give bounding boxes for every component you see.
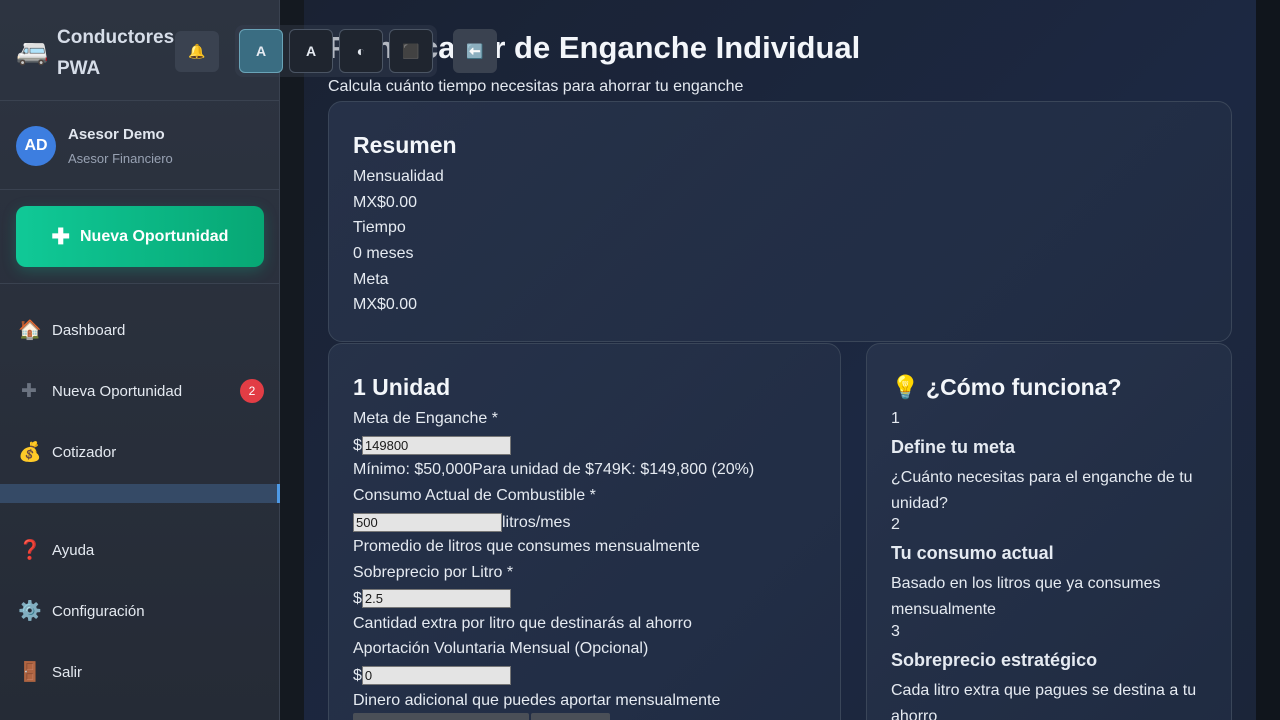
avatar: AD — [16, 126, 56, 166]
question-icon: ❓ — [18, 540, 42, 561]
user-role: Asesor Financiero — [68, 151, 173, 166]
contrast-button[interactable]: ◐ — [339, 29, 383, 73]
step-title: Tu consumo actual — [891, 543, 1054, 563]
font-a-label: A — [305, 43, 317, 59]
step-title: Sobreprecio estratégico — [891, 650, 1098, 670]
step-desc: Cada litro extra que pagues se destina a… — [891, 682, 1197, 720]
notification-badge: 2 — [240, 379, 264, 403]
calculate-button[interactable] — [353, 713, 529, 720]
theme-toggle-button[interactable]: ⬛ — [389, 29, 433, 73]
step-number: 3 — [891, 623, 900, 640]
consumo-hint: Promedio de litros que consumes mensualm… — [353, 538, 700, 555]
user-name: Asesor Demo — [68, 126, 165, 143]
brand-title: Conductores PWA — [57, 27, 175, 79]
step-number: 2 — [891, 516, 900, 533]
form-title: 1 Unidad — [353, 374, 451, 400]
consumo-label: Consumo Actual de Combustible * — [353, 487, 596, 504]
summary-title: Resumen — [353, 132, 457, 158]
sidebar-item-active[interactable] — [0, 484, 280, 503]
currency-prefix: $ — [353, 589, 362, 607]
aportacion-field: $ — [353, 666, 511, 685]
aportacion-label: Aportación Voluntaria Mensual (Opcional) — [353, 640, 649, 657]
page-subtitle: Calcula cuánto tiempo necesitas para aho… — [328, 78, 744, 95]
sidebar-item-dashboard[interactable]: 🏠 Dashboard — [0, 310, 280, 350]
divider — [0, 283, 280, 284]
sobreprecio-hint: Cantidad extra por litro que destinarás … — [353, 615, 692, 632]
meta-enganche-hint: Mínimo: $50,000Para unidad de $749K: $14… — [353, 461, 755, 478]
meta-enganche-field: $ — [353, 436, 511, 455]
aportacion-input[interactable] — [361, 666, 511, 685]
consumo-field: litros/mes — [353, 513, 570, 532]
step-desc: ¿Cuánto necesitas para el enganche de tu… — [891, 469, 1193, 512]
reset-button[interactable] — [531, 713, 610, 720]
meta-enganche-label: Meta de Enganche * — [353, 410, 498, 427]
house-icon: 🏠 — [18, 320, 42, 341]
sidebar: 🚐 Conductores PWA AD Asesor Demo Asesor … — [0, 0, 280, 720]
sobreprecio-field: $ — [353, 589, 511, 608]
meta-value: MX$0.00 — [353, 296, 418, 313]
sidebar-item-label: Salir — [52, 663, 83, 681]
unit-suffix: litros/mes — [502, 513, 571, 531]
bell-icon: 🔔 — [188, 43, 206, 59]
currency-prefix: $ — [353, 436, 362, 454]
sidebar-item-ayuda[interactable]: ❓ Ayuda — [0, 530, 280, 570]
sidebar-item-salir[interactable]: 🚪 Salir — [0, 652, 280, 692]
consumo-input[interactable] — [353, 513, 502, 532]
sobreprecio-label: Sobreprecio por Litro * — [353, 564, 514, 581]
sobreprecio-input[interactable] — [361, 589, 511, 608]
step-number: 1 — [891, 410, 900, 427]
currency-prefix: $ — [353, 666, 362, 684]
new-opportunity-label: Nueva Oportunidad — [79, 227, 229, 245]
how-title: 💡 ¿Cómo funciona? — [891, 374, 1122, 400]
how-it-works-card: 💡 ¿Cómo funciona? 1 Define tu meta ¿Cuán… — [866, 343, 1232, 720]
contrast-icon: ◐ — [356, 43, 366, 59]
sidebar-item-cotizador[interactable]: 💰 Cotizador — [0, 432, 280, 472]
font-size-large-button[interactable]: A — [289, 29, 333, 73]
sidebar-item-label: Dashboard — [52, 321, 126, 339]
sidebar-item-label: Cotizador — [52, 443, 117, 461]
back-button[interactable]: ⬅️ — [453, 29, 497, 73]
dark-square-icon: ⬛ — [402, 42, 420, 59]
meta-label: Meta — [353, 271, 389, 288]
meta-enganche-input[interactable] — [361, 436, 511, 455]
sidebar-item-nueva-oportunidad[interactable]: ✚ Nueva Oportunidad 2 — [0, 371, 280, 411]
sidebar-item-label: Nueva Oportunidad — [52, 382, 183, 400]
aportacion-hint: Dinero adicional que puedes aportar mens… — [353, 692, 721, 709]
mensualidad-value: MX$0.00 — [353, 194, 418, 211]
scroll-gutter — [1256, 0, 1280, 720]
back-arrow-icon: ⬅️ — [466, 42, 484, 59]
font-a-label: A — [255, 43, 267, 59]
step-title: Define tu meta — [891, 437, 1016, 457]
money-bag-icon: 💰 — [18, 442, 42, 463]
plus-icon: ✚ — [51, 223, 70, 249]
sidebar-item-label: Ayuda — [52, 541, 95, 559]
tiempo-label: Tiempo — [353, 219, 406, 236]
sidebar-item-label: Configuración — [52, 602, 145, 620]
gear-icon: ⚙️ — [18, 601, 42, 622]
summary-card: Resumen Mensualidad MX$0.00 Tiempo 0 mes… — [328, 101, 1232, 342]
plus-icon: ✚ — [21, 380, 37, 402]
van-icon: 🚐 — [16, 36, 49, 66]
plan-form-card: 1 Unidad Meta de Enganche * $ Mínimo: $5… — [328, 343, 841, 720]
step-desc: Basado en los litros que ya consumes men… — [891, 575, 1161, 618]
tiempo-value: 0 meses — [353, 245, 414, 262]
door-icon: 🚪 — [18, 662, 42, 683]
notifications-button[interactable]: 🔔 — [175, 31, 219, 72]
gutter — [280, 0, 304, 720]
new-opportunity-button[interactable]: ✚ Nueva Oportunidad — [16, 206, 264, 267]
user-profile: AD Asesor Demo Asesor Financiero — [0, 101, 280, 190]
sidebar-item-configuracion[interactable]: ⚙️ Configuración — [0, 591, 280, 631]
font-size-small-button[interactable]: A — [239, 29, 283, 73]
mensualidad-label: Mensualidad — [353, 168, 444, 185]
